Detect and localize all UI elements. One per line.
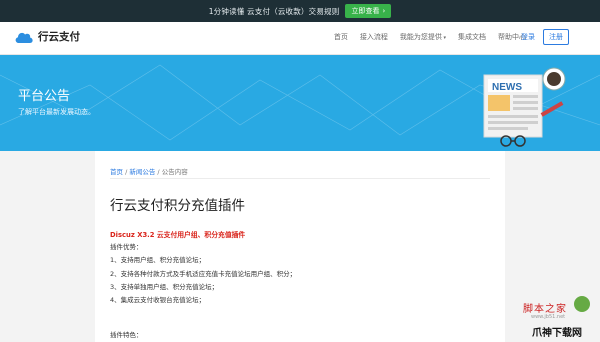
nav-home[interactable]: 首页	[334, 32, 348, 42]
news-art-label: NEWS	[492, 82, 522, 93]
top-announcement-bar: 1分钟读懂 云支付（云收款）交易规则 立即查看 ›	[0, 0, 600, 22]
breadcrumb: 首页 / 新闻公告 / 公告内容	[110, 166, 188, 176]
main-navbar: 行云支付 首页 接入流程 我能为您提供 ▾ 集成文档 帮助中心 登录 注册	[0, 22, 600, 55]
watermark-url: www.jb51.net	[531, 314, 566, 320]
list-item: 插件优势：	[110, 243, 143, 251]
watermark-badge-icon	[574, 296, 590, 312]
list-item: 4、集成云支付收银台充值论坛；	[110, 296, 206, 305]
watermark-logo: 脚本之家	[523, 304, 567, 315]
nav-links: 首页 接入流程 我能为您提供 ▾ 集成文档 帮助中心	[334, 32, 526, 42]
logo-text: 行云支付	[38, 31, 80, 43]
article-panel: 首页 / 新闻公告 / 公告内容 行云支付积分充值插件 Discuz X3.2 …	[95, 151, 505, 342]
article-highlight: Discuz X3.2 云支付用户组、积分充值插件	[110, 231, 246, 239]
newspaper-illustration-icon: NEWS	[483, 67, 566, 147]
banner-subtitle: 了解平台最新发展动态。	[18, 108, 95, 116]
login-link[interactable]: 登录	[521, 32, 535, 42]
breadcrumb-current: 公告内容	[161, 168, 188, 176]
cloud-icon	[15, 32, 33, 43]
nav-docs[interactable]: 集成文档	[458, 32, 486, 42]
view-now-button[interactable]: 立即查看 ›	[345, 4, 392, 18]
breadcrumb-home[interactable]: 首页	[110, 168, 123, 176]
article-body: 插件优势： 1、支持用户组、积分充值论坛； 2、支持各种付款方式及手机适应充值卡…	[110, 241, 296, 307]
hero-banner: 平台公告 了解平台最新发展动态。 NEWS	[0, 55, 600, 151]
watermark-logo-2: 爪神下载网	[532, 328, 582, 339]
nav-integration-process[interactable]: 接入流程	[360, 32, 388, 42]
view-now-label: 立即查看	[351, 7, 380, 15]
breadcrumb-news[interactable]: 新闻公告	[129, 168, 155, 176]
list-item: 2、支持各种付款方式及手机适应充值卡充值论坛用户组、积分；	[110, 269, 297, 278]
site-logo[interactable]: 行云支付	[14, 29, 80, 44]
list-item: 1、支持用户组、积分充值论坛；	[110, 256, 206, 265]
article-features-heading: 插件特色：	[110, 331, 143, 339]
chevron-right-icon: ›	[382, 7, 386, 15]
article-title: 行云支付积分充值插件	[110, 198, 245, 214]
divider	[110, 178, 490, 179]
caret-down-icon: ▾	[441, 35, 446, 41]
announcement-text: 1分钟读懂 云支付（云收款）交易规则	[208, 6, 340, 16]
register-button[interactable]: 注册	[543, 29, 569, 45]
list-item: 3、支持单独用户组、积分充值论坛；	[110, 282, 219, 291]
nav-services-dropdown[interactable]: 我能为您提供 ▾	[400, 32, 446, 42]
banner-title: 平台公告	[18, 89, 71, 104]
nav-services-label: 我能为您提供	[399, 33, 442, 41]
